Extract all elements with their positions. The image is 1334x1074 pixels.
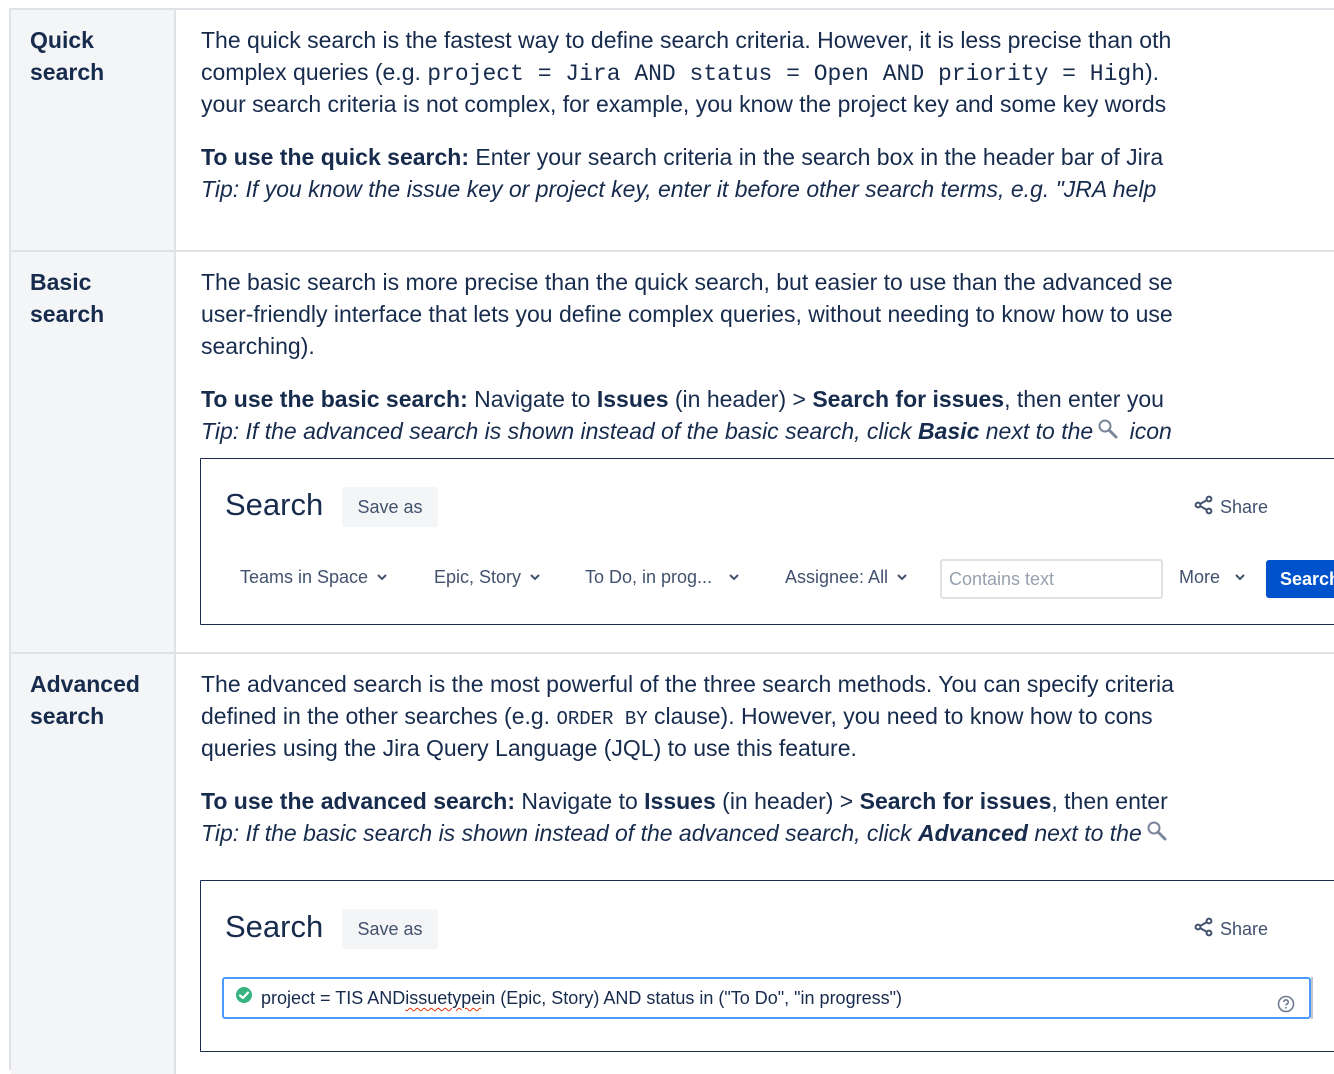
help-icon[interactable]: [1277, 988, 1295, 1026]
share-button[interactable]: Share: [1194, 495, 1268, 520]
magnifier-icon: [1097, 416, 1119, 448]
chevron-down-icon: [896, 567, 908, 588]
row-header-line: search: [30, 59, 105, 85]
row-content-quick-search: The quick search is the fastest way to d…: [178, 10, 1334, 205]
tip-line: Tip: If you know the issue key or projec…: [201, 176, 1157, 202]
row-header-line: Basic: [30, 269, 92, 295]
share-icon: [1194, 917, 1214, 942]
type-filter-dropdown[interactable]: Epic, Story: [434, 567, 541, 588]
more-filters-dropdown[interactable]: More: [1179, 567, 1246, 588]
tip-line: Tip: If the basic search is shown instea…: [201, 817, 1334, 849]
basic-search-screenshot: Search Save as Share Teams in Space Epic…: [200, 458, 1334, 625]
table-row-advanced-search: Advanced search The advanced search is t…: [11, 654, 1334, 1074]
row-header-line: search: [30, 301, 105, 327]
search-methods-table: Quick search The quick search is the fas…: [9, 8, 1334, 1074]
instruction-label: To use the basic search:: [201, 386, 468, 412]
assignee-filter-dropdown[interactable]: Assignee: All: [785, 567, 908, 588]
tip-line: Tip: If the advanced search is shown ins…: [201, 415, 1334, 447]
issues-menu-reference: Issues: [644, 788, 716, 814]
share-label: Share: [1220, 919, 1269, 939]
share-label: Share: [1220, 497, 1269, 517]
instruction-label: To use the quick search:: [201, 144, 469, 170]
row-header-line: search: [30, 703, 105, 729]
search-for-issues-reference: Search for issues: [859, 788, 1052, 814]
row-header-basic-search: Basic search: [11, 252, 176, 652]
paragraph-line: user-friendly interface that lets you de…: [201, 301, 1173, 327]
issues-menu-reference: Issues: [596, 386, 669, 412]
chevron-down-icon: [529, 567, 541, 588]
search-page-title: Search: [225, 909, 324, 944]
paragraph-line: your search criteria is not complex, for…: [201, 91, 1167, 117]
row-content-advanced-search: The advanced search is the most powerful…: [178, 654, 1334, 849]
advanced-search-screenshot: Search Save as Share project = TIS AND i…: [200, 880, 1334, 1052]
instruction-line: To use the basic search: Navigate to Iss…: [201, 386, 1164, 412]
project-filter-dropdown[interactable]: Teams in Space: [240, 567, 388, 588]
magnifier-icon: [1146, 818, 1168, 850]
chevron-down-icon: [728, 567, 740, 588]
instruction-line: To use the quick search: Enter your sear…: [201, 144, 1164, 170]
contains-text-input[interactable]: Contains text: [940, 559, 1163, 599]
paragraph-line: The quick search is the fastest way to d…: [201, 27, 1172, 53]
paragraph-line: defined in the other searches (e.g. ORDE…: [201, 703, 1153, 730]
paragraph-line: searching).: [201, 333, 315, 359]
jql-query-input[interactable]: project = TIS AND issuetype in (Epic, St…: [222, 977, 1311, 1019]
save-as-button[interactable]: Save as: [342, 487, 438, 527]
paragraph-line: queries using the Jira Query Language (J…: [201, 735, 857, 761]
save-as-button[interactable]: Save as: [342, 909, 438, 949]
row-header-line: Quick: [30, 27, 94, 53]
search-button[interactable]: Search: [1266, 560, 1334, 598]
share-button[interactable]: Share: [1194, 917, 1268, 942]
jql-field-misspelled: issuetype: [405, 988, 482, 1008]
jql-input-edge: [1311, 977, 1321, 1019]
search-page-title: Search: [225, 487, 324, 522]
status-filter-dropdown[interactable]: To Do, in prog...: [585, 567, 740, 588]
code-snippet: project = Jira AND status = Open AND pri…: [427, 61, 1145, 87]
share-icon: [1194, 495, 1214, 520]
code-snippet: ORDER BY: [556, 708, 648, 730]
advanced-link-reference: Advanced: [918, 820, 1028, 846]
valid-query-check-icon: [235, 979, 253, 1017]
row-header-line: Advanced: [30, 671, 140, 697]
paragraph-line: complex queries (e.g. project = Jira AND…: [201, 59, 1160, 87]
row-header-quick-search: Quick search: [11, 10, 176, 250]
instruction-line: To use the advanced search: Navigate to …: [201, 788, 1168, 814]
basic-link-reference: Basic: [918, 418, 980, 444]
search-for-issues-reference: Search for issues: [812, 386, 1005, 412]
row-content-basic-search: The basic search is more precise than th…: [178, 252, 1334, 447]
paragraph-line: The basic search is more precise than th…: [201, 269, 1173, 295]
table-row-basic-search: Basic search The basic search is more pr…: [11, 252, 1334, 654]
table-row-quick-search: Quick search The quick search is the fas…: [11, 10, 1334, 252]
paragraph-line: The advanced search is the most powerful…: [201, 671, 1174, 697]
row-header-advanced-search: Advanced search: [11, 654, 176, 1074]
instruction-label: To use the advanced search:: [201, 788, 516, 814]
chevron-down-icon: [376, 567, 388, 588]
chevron-down-icon: [1234, 567, 1246, 588]
